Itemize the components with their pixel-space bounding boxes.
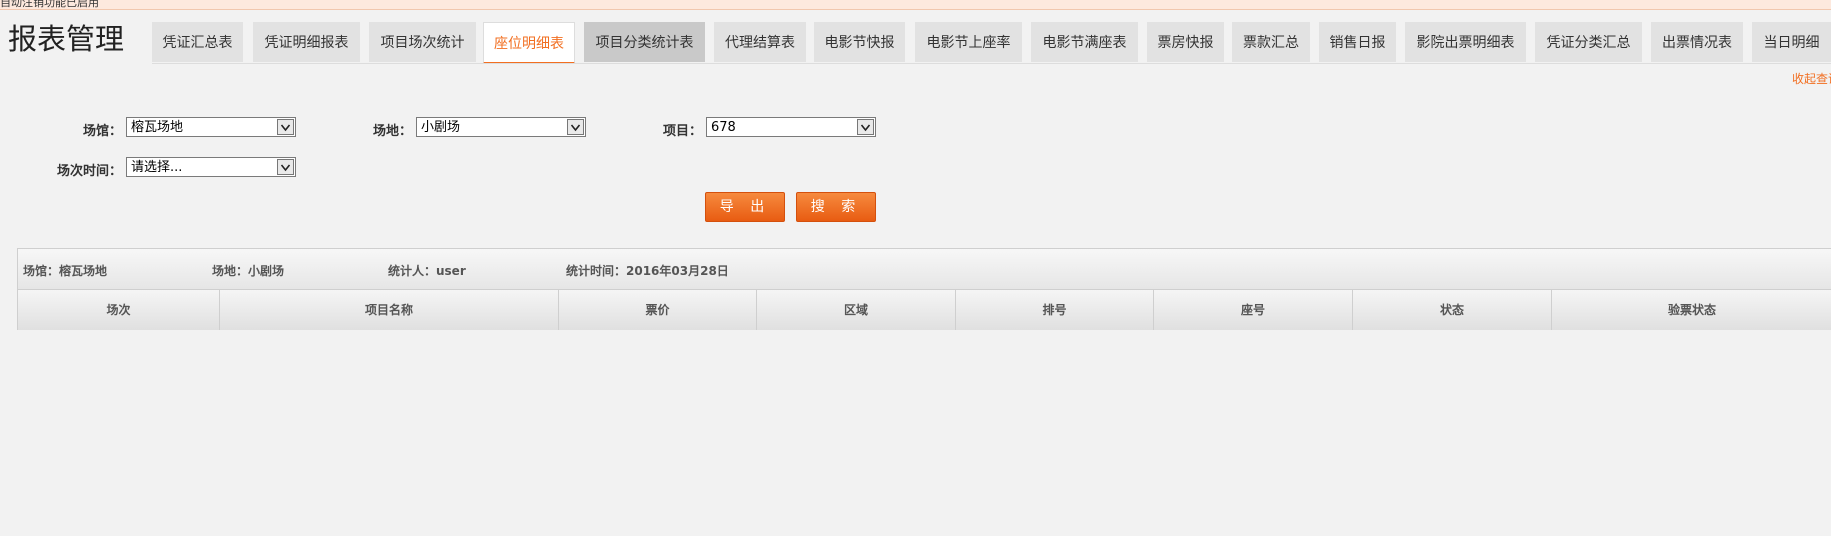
- chevron-down-icon: [567, 119, 584, 135]
- tab-voucher-summary[interactable]: 凭证汇总表: [152, 22, 243, 62]
- tab-ticket-payment-summary[interactable]: 票款汇总: [1232, 22, 1310, 62]
- tab-film-festival-full-house[interactable]: 电影节满座表: [1031, 22, 1138, 62]
- report-site: 场地：小剧场: [212, 264, 285, 278]
- tab-voucher-category-summary[interactable]: 凭证分类汇总: [1535, 22, 1642, 62]
- report-venue: 场馆：榕瓦场地: [23, 264, 108, 278]
- top-notification-strip: 自动注销功能已启用: [0, 0, 1831, 10]
- site-label: 场地：: [372, 124, 412, 139]
- tab-project-category-stats[interactable]: 项目分类统计表: [584, 22, 705, 62]
- session-time-select-value: 请选择...: [131, 160, 183, 175]
- report-tabs: 凭证汇总表 凭证明细报表 项目场次统计 座位明细表 项目分类统计表 代理结算表 …: [152, 21, 1831, 64]
- venue-select-value: 榕瓦场地: [131, 120, 184, 135]
- tab-box-office-express[interactable]: 票房快报: [1147, 22, 1224, 62]
- export-button[interactable]: 导 出: [705, 192, 785, 222]
- session-time-label: 场次时间：: [56, 164, 122, 179]
- site-select[interactable]: 小剧场: [416, 117, 586, 137]
- report-info-row: 场馆：榕瓦场地 场地：小剧场 统计人：user 统计时间：2016年03月28日: [18, 249, 1831, 290]
- tab-daily-sales[interactable]: 销售日报: [1319, 22, 1396, 62]
- project-label: 项目：: [662, 124, 702, 139]
- tab-ticket-issue-status[interactable]: 出票情况表: [1651, 22, 1743, 62]
- column-header-session: 场次: [18, 290, 220, 330]
- tab-project-session-stats[interactable]: 项目场次统计: [369, 22, 476, 62]
- tab-seat-detail[interactable]: 座位明细表: [483, 22, 575, 63]
- report-stat-time: 统计时间：2016年03月28日: [566, 264, 729, 278]
- chevron-down-icon: [277, 119, 294, 135]
- session-time-select[interactable]: 请选择...: [126, 157, 296, 177]
- column-header-project-name: 项目名称: [220, 290, 559, 330]
- tab-agent-settlement[interactable]: 代理结算表: [714, 22, 806, 62]
- site-select-value: 小剧场: [421, 120, 461, 135]
- tab-film-festival-express[interactable]: 电影节快报: [814, 22, 905, 62]
- column-header-row-number: 排号: [956, 290, 1154, 330]
- venue-label: 场馆：: [82, 124, 122, 139]
- column-header-ticket-price: 票价: [559, 290, 757, 330]
- tab-cinema-ticket-detail[interactable]: 影院出票明细表: [1405, 22, 1526, 62]
- page-title: 报表管理: [8, 22, 125, 56]
- venue-select[interactable]: 榕瓦场地: [126, 117, 296, 137]
- column-header-area: 区域: [757, 290, 956, 330]
- report-table: 场馆：榕瓦场地 场地：小剧场 统计人：user 统计时间：2016年03月28日…: [17, 248, 1831, 330]
- search-button[interactable]: 搜 索: [796, 192, 876, 222]
- chevron-down-icon: [277, 159, 294, 175]
- tab-daily-detail[interactable]: 当日明细: [1752, 22, 1831, 62]
- project-select-value: 678: [711, 120, 736, 135]
- column-header-status: 状态: [1353, 290, 1552, 330]
- report-statistician: 统计人：user: [388, 264, 466, 278]
- column-header-seat-number: 座号: [1154, 290, 1353, 330]
- collapse-query-link[interactable]: 收起查询: [1792, 70, 1831, 87]
- top-notification-text: 自动注销功能已启用: [0, 0, 99, 9]
- chevron-down-icon: [857, 119, 874, 135]
- tab-voucher-detail[interactable]: 凭证明细报表: [253, 22, 360, 62]
- table-header-row: 场次 项目名称 票价 区域 排号 座号 状态 验票状态: [18, 290, 1831, 330]
- project-select[interactable]: 678: [706, 117, 876, 137]
- tab-film-festival-attendance[interactable]: 电影节上座率: [915, 22, 1022, 62]
- column-header-check-status: 验票状态: [1552, 290, 1831, 330]
